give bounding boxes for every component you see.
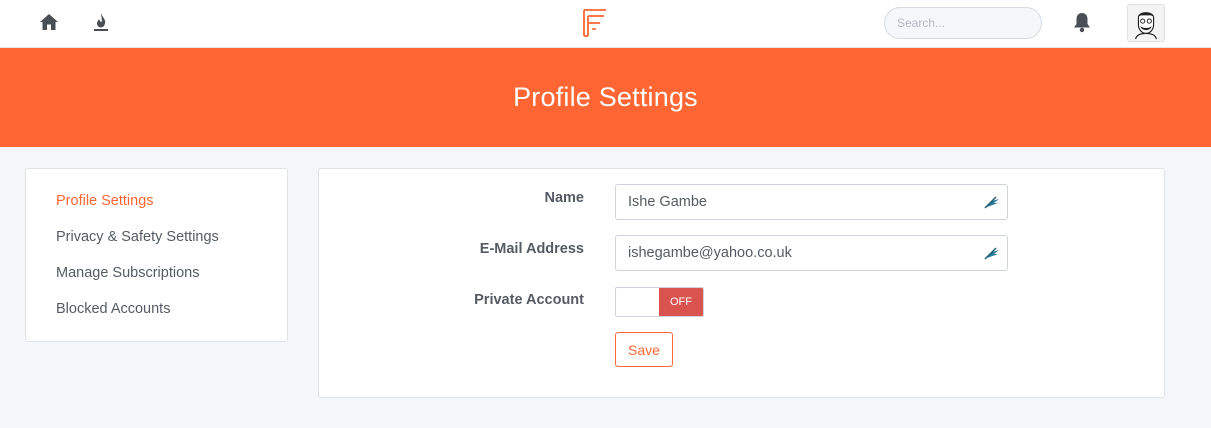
- logo-icon[interactable]: [582, 8, 608, 38]
- email-label: E-Mail Address: [479, 241, 584, 257]
- sidebar-item-profile-settings[interactable]: Profile Settings: [56, 193, 154, 209]
- profile-form-card: Name E-Mail Address Private Account OFF …: [318, 168, 1165, 398]
- sidebar-item-blocked-accounts[interactable]: Blocked Accounts: [56, 301, 170, 317]
- page-title: Profile Settings: [513, 82, 698, 112]
- page-banner: Profile Settings: [0, 48, 1211, 147]
- sidebar-item-manage-subscriptions[interactable]: Manage Subscriptions: [56, 265, 199, 281]
- name-label: Name: [544, 190, 585, 206]
- name-field[interactable]: [628, 185, 968, 219]
- avatar[interactable]: [1127, 4, 1165, 42]
- search-input[interactable]: [884, 7, 1042, 39]
- edit-icon[interactable]: [983, 194, 1001, 210]
- home-icon[interactable]: [39, 12, 59, 32]
- private-account-label: Private Account: [474, 292, 584, 308]
- email-field[interactable]: [628, 236, 968, 270]
- edit-icon[interactable]: [983, 245, 1001, 261]
- toggle-state-label: OFF: [659, 288, 703, 316]
- top-navbar: [0, 0, 1211, 48]
- email-field-wrapper: [615, 235, 1008, 271]
- bell-icon[interactable]: [1072, 11, 1092, 33]
- private-account-toggle[interactable]: OFF: [615, 287, 704, 317]
- fire-icon[interactable]: [91, 12, 111, 32]
- save-button[interactable]: Save: [615, 332, 673, 367]
- name-field-wrapper: [615, 184, 1008, 220]
- sidebar-item-privacy-safety[interactable]: Privacy & Safety Settings: [56, 229, 219, 245]
- settings-sidebar: Profile Settings Privacy & Safety Settin…: [25, 168, 288, 342]
